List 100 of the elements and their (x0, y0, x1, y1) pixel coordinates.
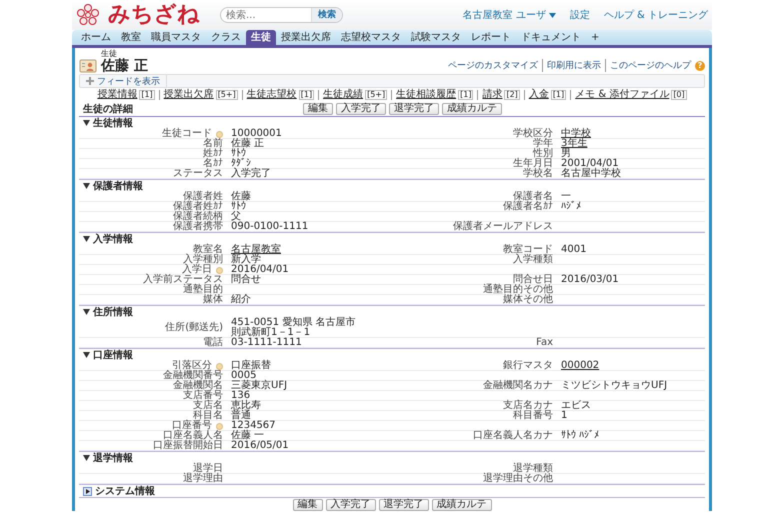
field-label: 学校区分 (513, 129, 553, 139)
field-value: 090-0100-1111 (231, 222, 308, 232)
caret-down-icon[interactable] (83, 309, 90, 315)
header-link[interactable]: ヘルプ & トレーニング (604, 8, 708, 22)
field-label: 支店番号 (183, 391, 223, 401)
field-value: 問合せ (231, 275, 261, 285)
field-label: 電話 (203, 338, 223, 348)
nav-tab[interactable]: ホーム (76, 30, 116, 45)
field-label: 生徒コード (162, 129, 212, 139)
count-badge: [5+] (365, 90, 388, 100)
field-link[interactable]: 名古屋教室 (231, 245, 281, 255)
nav-tab[interactable]: 職員マスタ (146, 30, 206, 45)
field-link[interactable]: 中学校 (561, 129, 591, 139)
field-label: 入学種類 (513, 255, 553, 265)
field-label: Fax (536, 338, 553, 348)
field-label: ステータス (173, 169, 223, 179)
nav-tab[interactable]: + (586, 30, 604, 45)
related-list-link[interactable]: 入金 (528, 90, 549, 100)
section-header: 住所情報 (93, 306, 133, 318)
field-label: 科目番号 (513, 411, 553, 421)
field-value: 佐藤 正 (231, 139, 264, 149)
field-label: 保護者名 (513, 192, 553, 202)
field-label: 退学日 (193, 464, 223, 474)
nav-tab[interactable]: 志望校マスタ (336, 30, 406, 45)
caret-down-icon[interactable] (83, 183, 90, 189)
field-value: 0005 (231, 371, 256, 381)
field-value: 03-1111-1111 (231, 338, 302, 348)
field-label: 入学日 (182, 265, 212, 275)
page-link[interactable]: 印刷用に表示 (542, 59, 601, 72)
nav-tab[interactable]: 教室 (116, 30, 146, 45)
header-link[interactable]: 設定 (570, 8, 590, 22)
nav-tab[interactable]: レポート (466, 30, 516, 45)
nav-tab[interactable]: 授業出欠席 (276, 30, 336, 45)
section-header: 保護者情報 (93, 180, 143, 192)
caret-down-icon[interactable] (83, 352, 90, 358)
caret-down-icon (548, 12, 556, 18)
page-link[interactable]: ページのカスタマイズ (448, 59, 538, 72)
field-label: 学年 (533, 139, 553, 149)
field-value: ﾀﾀﾞｼ (231, 159, 251, 169)
related-list-link[interactable]: 生徒志望校 (246, 90, 297, 100)
field-value: ｻﾄｳ (231, 149, 246, 159)
related-list-link[interactable]: 授業情報 (97, 90, 138, 100)
section-header: 入学情報 (93, 234, 133, 244)
field-label: 口座振替開始日 (153, 441, 223, 451)
related-list-link[interactable]: 生徒成績 (323, 90, 364, 100)
field-label: 支店名 (193, 401, 223, 411)
nav-tab[interactable]: クラス (206, 30, 246, 45)
section-header: 退学情報 (93, 452, 133, 464)
nav-tab[interactable]: ドキュメント (516, 30, 586, 45)
address-line: 則武新町1－1－1 (231, 328, 312, 338)
record-title: 佐藤 正 (101, 58, 148, 74)
count-badge: [2] (504, 90, 520, 100)
field-label: 姓ｶﾅ (203, 149, 223, 159)
page-link[interactable]: このページのヘルプ (605, 59, 691, 72)
action-button[interactable]: 成績カルテ (432, 499, 492, 511)
user-menu[interactable]: 名古屋教室 ユーザ (462, 8, 556, 22)
related-list-link[interactable]: メモ & 添付ファイル (575, 90, 670, 100)
action-button[interactable]: 入学完了 (336, 102, 386, 114)
field-label: 学校名 (523, 169, 553, 179)
field-label: 口座名義人名 (163, 431, 223, 441)
field-label: 名前 (203, 139, 223, 149)
caret-down-icon[interactable] (83, 120, 90, 126)
caret-down-icon[interactable] (83, 455, 90, 461)
action-button[interactable]: 退学完了 (389, 102, 439, 114)
count-badge: [5+] (216, 90, 238, 100)
nav-tab[interactable]: 生徒 (246, 30, 276, 45)
field-link[interactable]: 000002 (561, 361, 600, 371)
caret-down-icon[interactable] (83, 236, 90, 242)
field-value: ｻﾄｳ (231, 202, 246, 212)
field-label: 保護者メールアドレス (453, 222, 553, 232)
field-value: エビス (561, 401, 591, 411)
field-link[interactable]: 3年生 (561, 139, 588, 149)
search-field[interactable]: 検索... 検索 (220, 7, 343, 23)
related-list-link[interactable]: 授業出欠席 (164, 90, 214, 100)
field-value: 2001/04/01 (561, 159, 619, 169)
field-value: 一 (561, 192, 571, 202)
circle-icon (216, 362, 223, 370)
field-label: 保護者姓 (183, 192, 223, 202)
field-value: 三菱東京UFJ (231, 381, 288, 391)
field-value: 恵比寿 (231, 401, 261, 411)
feed-button[interactable]: フィードを表示 (80, 75, 167, 87)
count-badge: [0] (671, 90, 687, 100)
action-button[interactable]: 入学完了 (326, 499, 376, 511)
count-badge: [1] (298, 90, 314, 100)
action-button[interactable]: 編集 (292, 499, 322, 511)
field-label: 保護者続柄 (173, 212, 223, 222)
nav-tab[interactable]: 試験マスタ (406, 30, 466, 45)
caret-right-icon[interactable] (83, 486, 92, 496)
section-header: システム情報 (95, 486, 155, 496)
field-value: 2016/04/01 (231, 265, 289, 275)
action-button[interactable]: 退学完了 (378, 499, 428, 511)
related-list-link[interactable]: 生徒相談履歴 (396, 90, 456, 100)
related-list-link[interactable]: 請求 (482, 90, 502, 100)
action-button[interactable]: 成績カルテ (442, 102, 502, 114)
field-value: 1234567 (231, 421, 276, 431)
contact-card-icon (79, 58, 97, 74)
field-value: 2016/05/01 (231, 441, 289, 451)
search-button[interactable]: 検索 (311, 8, 342, 22)
action-button[interactable]: 編集 (303, 102, 333, 114)
field-label: 引落区分 (172, 361, 212, 371)
